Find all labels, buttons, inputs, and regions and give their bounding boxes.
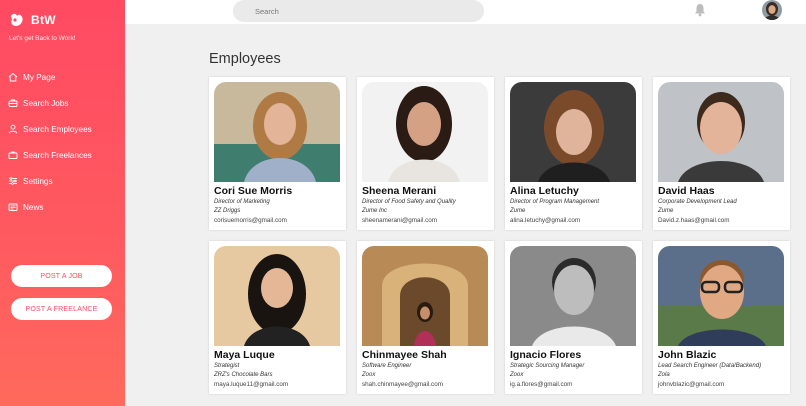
portrait-image <box>214 246 340 346</box>
employee-photo <box>658 246 784 346</box>
tagline: Let's get Back to Work! <box>9 35 76 42</box>
employee-card[interactable]: Sheena Merani Director of Food Safety an… <box>357 77 494 230</box>
sidebar-item-search-freelances[interactable]: Search Freelances <box>8 142 123 168</box>
employee-company: ZRZ's Chocolate Bars <box>214 372 273 378</box>
employee-email[interactable]: johnvblazic@gmail.com <box>658 381 724 388</box>
employee-photo <box>214 82 340 182</box>
user-icon <box>8 124 18 134</box>
sidebar-item-news[interactable]: News <box>8 194 123 220</box>
sidebar-item-search-jobs[interactable]: Search Jobs <box>8 90 123 116</box>
employee-title: Corporate Development Lead <box>658 199 737 205</box>
employee-card[interactable]: Cori Sue Morris Director of Marketing ZZ… <box>209 77 346 230</box>
post-job-button[interactable]: POST A JOB <box>11 265 112 287</box>
employee-company: Zoox <box>362 372 376 378</box>
employee-name: Maya Luque <box>214 349 275 361</box>
portrait-image <box>362 82 488 182</box>
sidebar-item-label: Search Employees <box>23 124 92 134</box>
employee-name: John Blazic <box>658 349 717 361</box>
employee-title: Lead Search Engineer (Data/Backend) <box>658 363 762 369</box>
employee-email[interactable]: corisuemorris@gmail.com <box>214 217 287 224</box>
employee-photo <box>362 82 488 182</box>
employee-company: Zola <box>658 372 670 378</box>
employee-name: Sheena Merani <box>362 185 437 197</box>
home-icon <box>8 72 18 82</box>
page-title: Employees <box>209 51 281 67</box>
briefcase-icon <box>8 99 18 107</box>
employee-title: Strategist <box>214 363 240 369</box>
employee-name: Chinmayee Shah <box>362 349 447 361</box>
employee-card[interactable]: Maya Luque Strategist ZRZ's Chocolate Ba… <box>209 241 346 394</box>
sidebar-item-label: Search Jobs <box>23 98 69 108</box>
user-avatar-image <box>762 0 782 20</box>
portrait-image <box>510 82 636 182</box>
employee-name: David Haas <box>658 185 715 197</box>
employee-photo <box>362 246 488 346</box>
sidebar-item-my-page[interactable]: My Page <box>8 64 123 90</box>
newspaper-icon <box>8 203 18 211</box>
portrait-image <box>658 246 784 346</box>
employee-title: Director of Marketing <box>214 199 270 205</box>
sidebar-item-label: Search Freelances <box>23 150 92 160</box>
bell-icon[interactable] <box>694 3 706 17</box>
sidebar-item-settings[interactable]: Settings <box>8 168 123 194</box>
bird-logo-icon <box>11 13 23 26</box>
top-bar <box>125 0 806 24</box>
employee-card[interactable]: David Haas Corporate Development Lead Zu… <box>653 77 790 230</box>
portrait-image <box>658 82 784 182</box>
employee-company: Zoox <box>510 372 524 378</box>
employee-email[interactable]: maya.luque11@gmail.com <box>214 381 288 388</box>
case-icon <box>8 151 18 159</box>
sliders-icon <box>9 177 17 185</box>
employee-card[interactable]: Chinmayee Shah Software Engineer Zoox sh… <box>357 241 494 394</box>
employee-title: Director of Program Management <box>510 199 600 205</box>
sidebar-item-label: My Page <box>23 72 56 82</box>
employee-photo <box>658 82 784 182</box>
employee-company: Zume <box>658 208 674 214</box>
sidebar-item-search-employees[interactable]: Search Employees <box>8 116 123 142</box>
employee-title: Software Engineer <box>362 363 412 369</box>
portrait-image <box>510 246 636 346</box>
employee-name: Alina Letuchy <box>510 185 579 197</box>
sidebar-item-label: Settings <box>23 176 53 186</box>
sidebar: BtW Let's get Back to Work! My Page Sear… <box>0 0 125 406</box>
portrait-image <box>214 82 340 182</box>
search-input[interactable] <box>233 0 484 22</box>
employee-email[interactable]: ig.a.flores@gmail.com <box>510 381 572 388</box>
employee-photo <box>510 82 636 182</box>
employee-name: Ignacio Flores <box>510 349 582 361</box>
employee-card[interactable]: Ignacio Flores Strategic Sourcing Manage… <box>505 241 642 394</box>
employee-email[interactable]: David.z.haas@gmail.com <box>658 217 730 224</box>
employee-photo <box>510 246 636 346</box>
post-freelance-button[interactable]: POST A FREELANCE <box>11 298 112 320</box>
employee-card[interactable]: John Blazic Lead Search Engineer (Data/B… <box>653 241 790 394</box>
portrait-image <box>362 246 488 346</box>
employee-card[interactable]: Alina Letuchy Director of Program Manage… <box>505 77 642 230</box>
employee-email[interactable]: sheenamerani@gmail.com <box>362 217 437 224</box>
employee-company: ZZ Driggs <box>214 208 241 214</box>
avatar[interactable] <box>762 0 782 20</box>
employee-company: Zume Inc <box>362 208 388 214</box>
employee-company: Zume <box>510 208 526 214</box>
employee-email[interactable]: alina.letuchy@gmail.com <box>510 217 580 224</box>
employee-photo <box>214 246 340 346</box>
sidebar-nav: My Page Search Jobs Search Employees Sea… <box>8 64 123 220</box>
brand-name: BtW <box>31 13 56 27</box>
employee-email[interactable]: shah.chinmayee@gmail.com <box>362 381 443 388</box>
employee-title: Director of Food Safety and Quality <box>362 199 456 205</box>
brand[interactable]: BtW <box>9 12 56 28</box>
sidebar-item-label: News <box>23 202 44 212</box>
employee-title: Strategic Sourcing Manager <box>510 363 585 369</box>
employee-name: Cori Sue Morris <box>214 185 293 197</box>
